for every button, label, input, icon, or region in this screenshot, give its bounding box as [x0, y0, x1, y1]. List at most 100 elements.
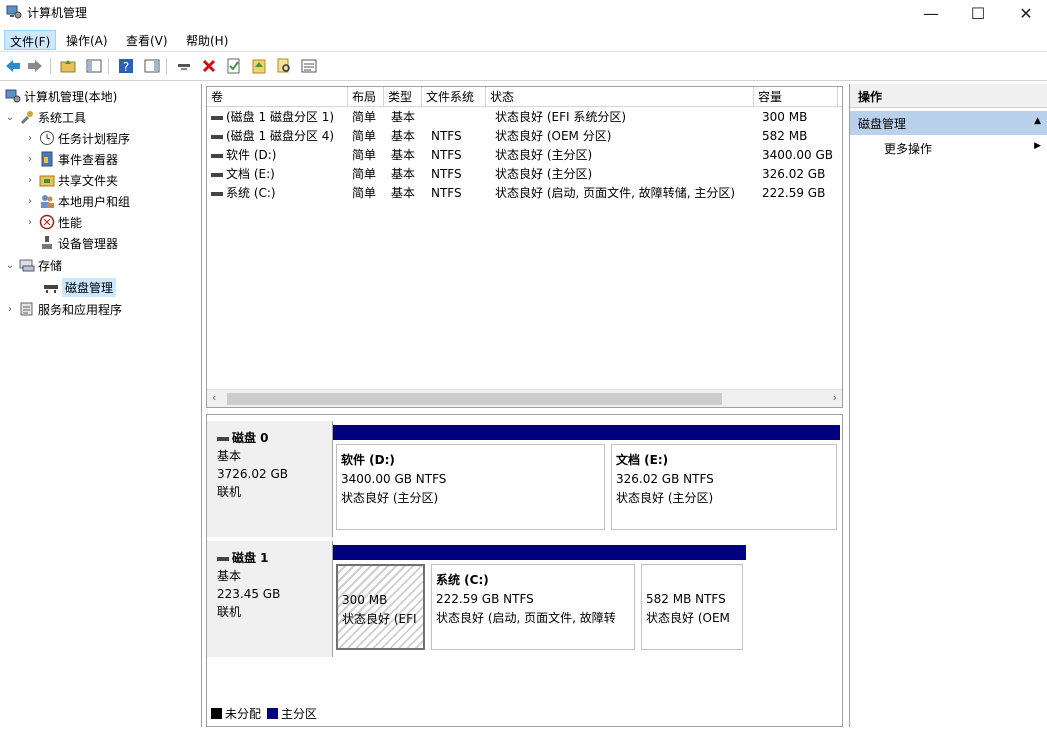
actions-pane: 操作 磁盘管理 ▲ 更多操作 ▶: [849, 84, 1047, 727]
scroll-right-icon[interactable]: ›: [833, 391, 837, 404]
actions-section-disk-management[interactable]: 磁盘管理 ▲: [850, 111, 1047, 135]
partition-efi[interactable]: 300 MB 状态良好 (EFI: [333, 545, 428, 653]
connect-icon[interactable]: [174, 56, 194, 76]
volume-name: 软件 (D:): [226, 148, 277, 162]
volume-icon: [211, 191, 223, 196]
table-row[interactable]: (磁盘 1 磁盘分区 4) 简单 基本 NTFS 状态良好 (OEM 分区) 5…: [207, 127, 842, 146]
chevron-right-icon[interactable]: ›: [24, 217, 36, 228]
list-view-icon[interactable]: [299, 56, 319, 76]
column-header-type[interactable]: 类型: [384, 87, 422, 107]
menu-view[interactable]: 查看(V): [121, 30, 173, 50]
svg-text:?: ?: [123, 60, 129, 74]
partition-c-status: 状态良好 (启动, 页面文件, 故障转: [436, 611, 616, 625]
legend-swatch-primary: [267, 708, 279, 719]
table-row[interactable]: 文档 (E:) 简单 基本 NTFS 状态良好 (主分区) 326.02 GB: [207, 165, 842, 184]
actions-header: 操作: [850, 84, 1047, 108]
tree-item-shared-folders[interactable]: › 共享文件夹: [24, 170, 118, 190]
partition-d[interactable]: 软件 (D:) 3400.00 GB NTFS 状态良好 (主分区): [333, 425, 608, 533]
up-arrow-folder-icon[interactable]: [249, 56, 269, 76]
tree-item-task-scheduler[interactable]: › 任务计划程序: [24, 128, 130, 148]
partition-d-body: 软件 (D:) 3400.00 GB NTFS 状态良好 (主分区): [336, 444, 605, 530]
disk-icon: [217, 556, 229, 561]
menu-file[interactable]: 文件(F): [4, 30, 57, 50]
cell-layout: 简单: [352, 167, 377, 181]
cell-type: 基本: [391, 186, 416, 200]
cell-status: 状态良好 (EFI 系统分区): [495, 110, 627, 124]
show-hide-action-pane-icon[interactable]: [142, 56, 162, 76]
cell-layout: 简单: [352, 110, 377, 124]
tree-item-storage[interactable]: ⌄ 存储: [4, 255, 62, 275]
tree-item-services-apps[interactable]: › 服务和应用程序: [4, 299, 122, 319]
cell-layout: 简单: [352, 186, 377, 200]
disk-1-size: 223.45 GB: [217, 587, 281, 601]
tree-item-system-tools[interactable]: ⌄ 系统工具: [4, 107, 86, 127]
tree-label-performance: 性能: [58, 215, 83, 230]
cell-volume: 软件 (D:): [211, 146, 348, 165]
scrollbar-thumb[interactable]: [227, 393, 722, 405]
forward-icon[interactable]: [25, 56, 45, 76]
chevron-right-icon[interactable]: ›: [24, 175, 36, 186]
cell-layout: 简单: [352, 129, 377, 143]
disk-graphical-view: 磁盘 0 基本 3726.02 GB 联机 软件 (D:) 3400.00 GB…: [206, 414, 843, 727]
maximize-button[interactable]: ☐: [955, 0, 1001, 26]
close-button[interactable]: ✕: [1003, 0, 1047, 26]
disk-0-type: 基本: [217, 449, 242, 463]
partition-oem[interactable]: 582 MB NTFS 状态良好 (OEM: [638, 545, 746, 653]
cell-volume: (磁盘 1 磁盘分区 1): [211, 108, 348, 127]
chevron-down-icon[interactable]: ⌄: [4, 112, 16, 123]
partition-c[interactable]: 系统 (C:) 222.59 GB NTFS 状态良好 (启动, 页面文件, 故…: [428, 545, 638, 653]
chevron-right-icon[interactable]: ›: [24, 133, 36, 144]
column-header-capacity[interactable]: 容量: [754, 87, 838, 107]
tree-item-event-viewer[interactable]: › 事件查看器: [24, 149, 118, 169]
primary-partition-bar: [333, 545, 428, 560]
more-actions-item[interactable]: 更多操作: [884, 140, 932, 157]
submenu-arrow-icon[interactable]: ▶: [1034, 141, 1041, 151]
toolbar-separator: [50, 58, 51, 74]
tree-item-performance[interactable]: › 性能: [24, 212, 82, 232]
tree-item-local-users[interactable]: › 本地用户和组: [24, 191, 130, 211]
column-header-filesystem[interactable]: 文件系统: [422, 87, 486, 107]
minimize-button[interactable]: —: [908, 0, 954, 26]
scroll-left-icon[interactable]: ‹: [212, 391, 216, 404]
column-header-volume[interactable]: 卷: [207, 87, 348, 107]
partition-e[interactable]: 文档 (E:) 326.02 GB NTFS 状态良好 (主分区): [608, 425, 840, 533]
tree-label-root: 计算机管理(本地): [24, 89, 118, 104]
disk-1-info[interactable]: 磁盘 1 基本 223.45 GB 联机: [207, 541, 333, 657]
show-hide-tree-icon[interactable]: [84, 56, 104, 76]
tree-item-device-manager[interactable]: 设备管理器: [36, 233, 118, 253]
table-row[interactable]: (磁盘 1 磁盘分区 1) 简单 基本 状态良好 (EFI 系统分区) 300 …: [207, 108, 842, 127]
menu-help[interactable]: 帮助(H): [181, 30, 233, 50]
legend-primary: 主分区: [281, 707, 318, 721]
table-row[interactable]: 系统 (C:) 简单 基本 NTFS 状态良好 (启动, 页面文件, 故障转储,…: [207, 184, 842, 203]
up-folder-icon[interactable]: [58, 56, 78, 76]
tree-label-local-users: 本地用户和组: [58, 194, 131, 209]
delete-icon[interactable]: [199, 56, 219, 76]
table-row[interactable]: 软件 (D:) 简单 基本 NTFS 状态良好 (主分区) 3400.00 GB: [207, 146, 842, 165]
horizontal-scrollbar[interactable]: ‹ ›: [207, 389, 842, 407]
tree-item-root[interactable]: 计算机管理(本地): [2, 86, 117, 106]
back-icon[interactable]: [3, 56, 23, 76]
partition-e-status: 状态良好 (主分区): [616, 491, 714, 505]
partition-efi-size: 300 MB: [342, 593, 388, 607]
cell-filesystem: NTFS: [431, 129, 462, 143]
cell-filesystem: [431, 108, 487, 127]
partition-e-body: 文档 (E:) 326.02 GB NTFS 状态良好 (主分区): [611, 444, 837, 530]
help-icon[interactable]: ?: [116, 56, 136, 76]
volume-name: (磁盘 1 磁盘分区 1): [226, 110, 335, 124]
chevron-right-icon[interactable]: ›: [24, 196, 36, 207]
search-document-icon[interactable]: [274, 56, 294, 76]
cell-type: 基本: [391, 167, 416, 181]
tree-item-disk-management[interactable]: 磁盘管理: [40, 277, 117, 297]
chevron-down-icon[interactable]: ⌄: [4, 260, 16, 271]
collapse-triangle-icon[interactable]: ▲: [1034, 116, 1041, 126]
chevron-right-icon[interactable]: ›: [24, 154, 36, 165]
column-header-layout[interactable]: 布局: [348, 87, 384, 107]
menu-action[interactable]: 操作(A): [61, 30, 113, 50]
properties-check-icon[interactable]: [224, 56, 244, 76]
chevron-right-icon[interactable]: ›: [4, 304, 16, 315]
column-header-status[interactable]: 状态: [486, 87, 754, 107]
volume-icon: [211, 115, 223, 120]
cell-status: 状态良好 (主分区): [495, 148, 593, 162]
disk-0-info[interactable]: 磁盘 0 基本 3726.02 GB 联机: [207, 421, 333, 537]
volume-icon: [211, 134, 223, 139]
